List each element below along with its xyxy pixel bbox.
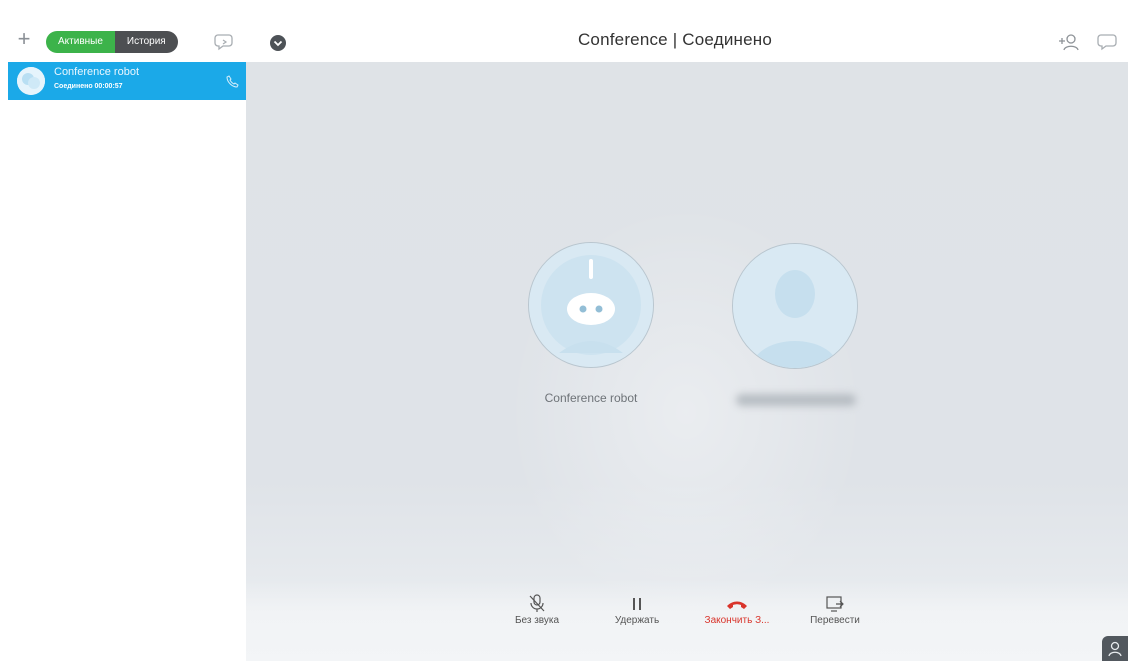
transfer-button[interactable]: Перевести (796, 593, 874, 626)
participant-avatar-robot (528, 242, 654, 368)
end-call-label: Закончить З... (704, 615, 770, 626)
top-bar: + Активные История Conference | Соединен… (0, 0, 1128, 62)
hold-label: Удержать (614, 615, 660, 626)
participant-name: Conference robot (544, 391, 638, 405)
call-item-status: Соединено 00:00:57 (54, 83, 123, 90)
phone-icon (226, 75, 240, 89)
robot-icon (529, 243, 653, 367)
person-icon (733, 244, 857, 368)
call-tabs: Активные История (46, 31, 178, 53)
tab-active[interactable]: Активные (46, 31, 115, 53)
end-call-button[interactable]: Закончить З... (682, 593, 792, 626)
avatar (17, 67, 45, 95)
call-item-name: Conference robot (54, 66, 139, 78)
hold-button[interactable]: Удержать (604, 593, 670, 626)
transfer-icon (826, 596, 844, 612)
mute-label: Без звука (514, 615, 560, 626)
user-icon (1108, 641, 1122, 657)
contacts-button[interactable] (1102, 636, 1128, 661)
chat-icon[interactable] (1097, 32, 1119, 52)
participant-name-redacted (736, 394, 856, 406)
page-title: Conference | Соединено (577, 30, 773, 49)
collapse-button[interactable] (270, 35, 286, 51)
sidebar: Conference robot Соединено 00:00:57 (0, 62, 246, 661)
tab-history[interactable]: История (114, 31, 178, 53)
new-call-button[interactable]: + (14, 28, 34, 50)
mic-off-icon (529, 594, 545, 612)
participant-avatar (732, 243, 858, 369)
transfer-label: Перевести (810, 615, 860, 626)
call-stage: Conference robot (246, 62, 1128, 661)
call-list-item[interactable]: Conference robot Соединено 00:00:57 (8, 62, 246, 100)
chevron-down-icon (273, 40, 283, 47)
chat-bubble-icon[interactable] (214, 32, 236, 52)
add-user-icon[interactable] (1057, 32, 1081, 52)
mute-button[interactable]: Без звука (506, 593, 568, 626)
pause-icon (633, 598, 641, 610)
hang-up-icon (727, 601, 747, 609)
